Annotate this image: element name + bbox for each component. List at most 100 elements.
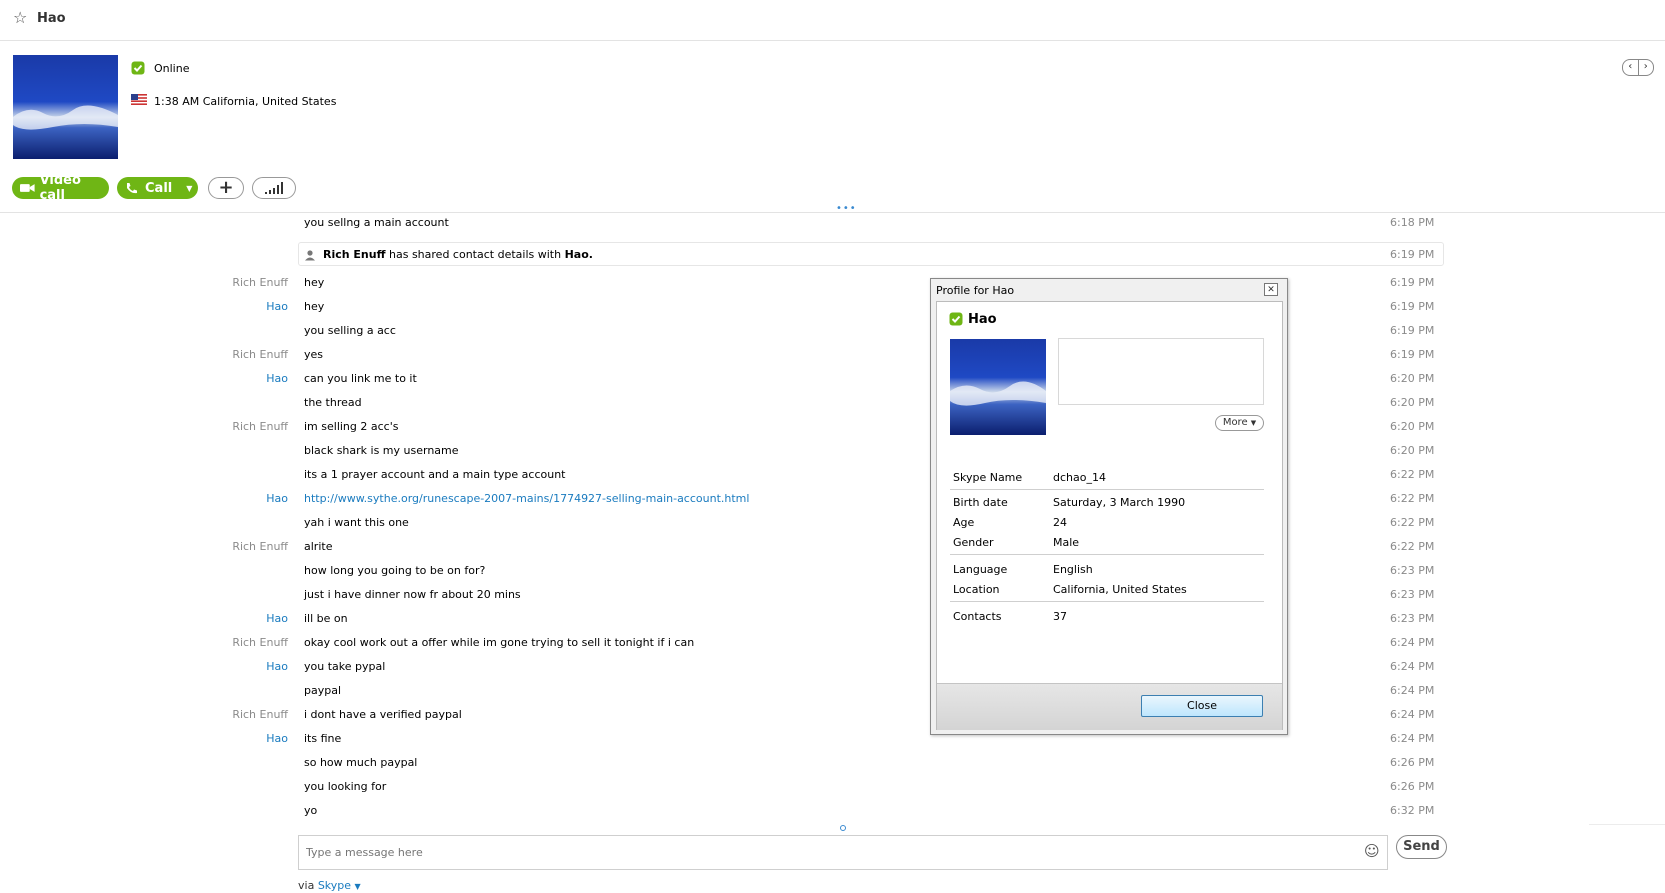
message-row: so how much paypal 6:26 PM [0,756,1665,778]
message-sender[interactable]: Rich Enuff [232,276,288,289]
message-text: i dont have a verified paypal [304,708,462,721]
share-sender[interactable]: Rich Enuff [323,248,386,261]
message-sender[interactable]: Rich Enuff [232,708,288,721]
video-call-label: Video call [39,173,81,203]
add-people-button[interactable]: + [208,177,244,199]
message-time: 6:20 PM [1390,396,1435,409]
message-sender[interactable]: Hao [266,300,288,313]
via-service-link[interactable]: Skype [318,879,351,892]
message-text: you sellng a main account [304,216,449,229]
message-row: the thread 6:20 PM [0,396,1665,418]
message-time: 6:32 PM [1390,804,1435,817]
divider [950,554,1264,555]
message-link[interactable]: http://www.sythe.org/runescape-2007-main… [304,492,749,505]
message-row: Rich Enuff alrite 6:22 PM [0,540,1665,562]
call-label: Call [145,180,173,196]
message-row: Hao ill be on 6:23 PM [0,612,1665,634]
chevron-down-icon: ▼ [1250,419,1257,427]
divider [1589,824,1665,825]
close-button[interactable]: Close [1141,695,1263,717]
message-sender[interactable]: Rich Enuff [232,420,288,433]
send-button[interactable]: Send [1396,835,1447,859]
message-time: 6:24 PM [1390,636,1435,649]
message-text: just i have dinner now fr about 20 mins [304,588,521,601]
message-row: paypal 6:24 PM [0,684,1665,706]
chevron-down-icon[interactable]: ▼ [355,882,361,891]
message-row: Rich Enuff i dont have a verified paypal 6… [0,708,1665,730]
message-row: you sellng a main account 6:18 PM [0,216,1665,238]
message-text: you selling a acc [304,324,396,337]
via-service: via Skype ▼ [298,879,361,892]
message-row: just i have dinner now fr about 20 mins 6… [0,588,1665,610]
message-sender[interactable]: Hao [266,732,288,745]
emoji-icon[interactable]: ☺ [1364,842,1380,860]
status-text: Online [154,62,190,75]
more-button[interactable]: More ▼ [1215,415,1264,431]
message-text: yah i want this one [304,516,409,529]
message-sender[interactable]: Rich Enuff [232,636,288,649]
message-sender[interactable]: Hao [266,612,288,625]
share-target[interactable]: Hao. [565,248,593,261]
message-row: Rich Enuff okay cool work out a offer whi… [0,636,1665,658]
message-text: yo [304,804,318,817]
message-time: 6:22 PM [1390,492,1435,505]
message-text: yes [304,348,324,361]
plus-icon: + [218,177,234,198]
conversation-header [0,0,1665,41]
message-text: hey [304,300,325,313]
message-sender[interactable]: Rich Enuff [232,348,288,361]
call-button[interactable]: Call ▼ [117,177,198,199]
message-time: 6:24 PM [1390,732,1435,745]
message-time: 6:20 PM [1390,444,1435,457]
chevron-left-icon[interactable]: ‹ [1623,60,1639,75]
location-value: California, United States [1053,583,1187,596]
message-sender[interactable]: Hao [266,492,288,505]
message-time: 6:22 PM [1390,540,1435,553]
contact-name: Hao [37,11,66,26]
divider [950,601,1264,602]
message-sender[interactable]: Hao [266,660,288,673]
message-text: ill be on [304,612,348,625]
message-time: 6:20 PM [1390,420,1435,433]
panel-nav-arrows[interactable]: ‹ › [1622,59,1654,76]
message-text: black shark is my username [304,444,459,457]
location-label: Location [953,583,1000,596]
message-row: black shark is my username 6:20 PM [0,444,1665,466]
message-time: 6:19 PM [1390,324,1435,337]
message-sender[interactable]: Rich Enuff [232,540,288,553]
message-text: im selling 2 acc's [304,420,399,433]
age-value: 24 [1053,516,1067,529]
video-call-button[interactable]: Video call [12,173,109,203]
close-icon[interactable]: ✕ [1264,283,1278,296]
signal-bars-icon [265,182,283,194]
message-row: Hao http://www.sythe.org/runescape-2007-m… [0,492,1665,514]
avatar[interactable] [13,55,118,159]
chevron-down-icon[interactable]: ▼ [186,184,192,193]
online-status-icon [131,61,145,75]
message-input[interactable] [298,835,1388,870]
message-sender[interactable]: Hao [266,372,288,385]
message-row: you looking for 6:26 PM [0,780,1665,802]
message-row: its a 1 prayer account and a main type a… [0,468,1665,490]
gender-label: Gender [953,536,994,549]
message-text: its a 1 prayer account and a main type a… [304,468,566,481]
phone-icon [127,182,137,193]
mood-message-box [1058,338,1264,405]
message-text: how long you going to be on for? [304,564,486,577]
contacts-value: 37 [1053,610,1067,623]
chevron-right-icon[interactable]: › [1639,60,1654,75]
message-text: its fine [304,732,342,745]
shared-contact-text: Rich Enuff has shared contact details wi… [323,248,593,261]
message-row: Rich Enuff hey 6:19 PM [0,276,1665,298]
message-time: 6:24 PM [1390,708,1435,721]
message-text: hey [304,276,325,289]
message-row: how long you going to be on for? 6:23 PM [0,564,1665,586]
message-time: 6:19 PM [1390,300,1435,313]
message-text: you looking for [304,780,387,793]
call-quality-button[interactable] [252,177,296,199]
message-time: 6:23 PM [1390,588,1435,601]
star-icon[interactable]: ☆ [13,10,29,26]
message-time: 6:24 PM [1390,684,1435,697]
message-row: Hao can you link me to it 6:20 PM [0,372,1665,394]
us-flag-icon [131,94,147,105]
